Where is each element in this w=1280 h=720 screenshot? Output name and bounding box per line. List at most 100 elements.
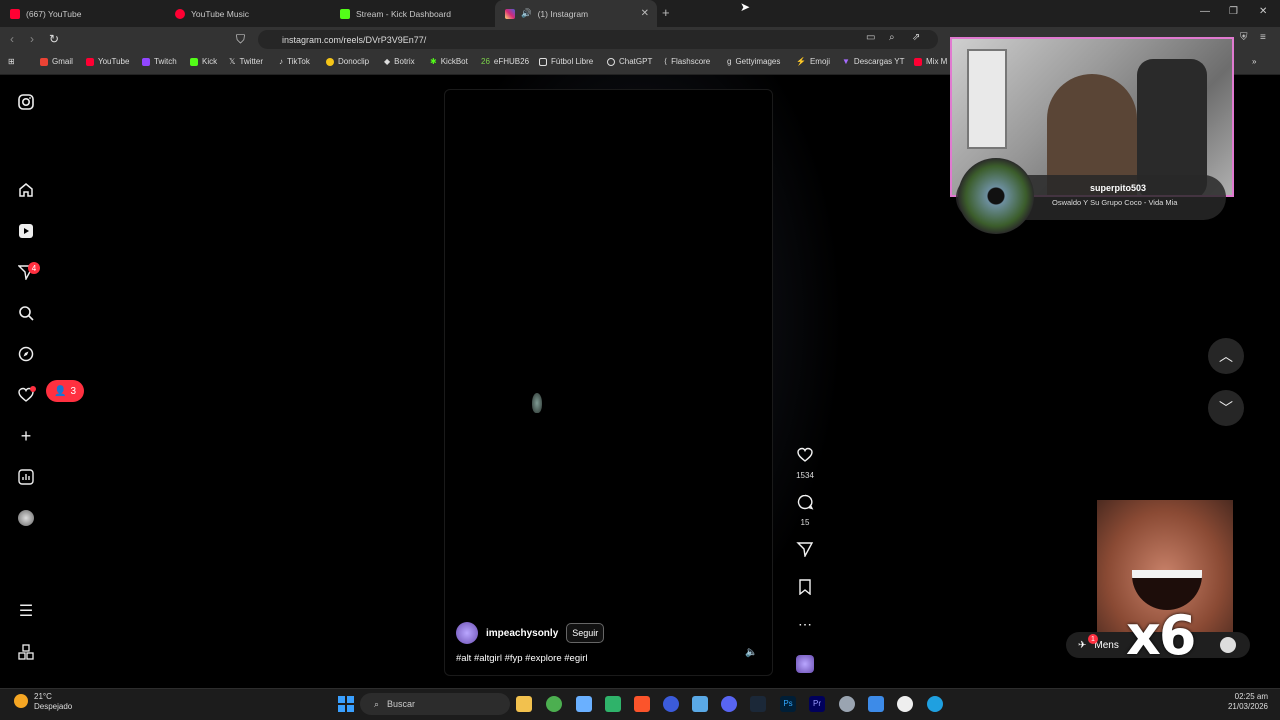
activity-follow-badge[interactable]: 👤 3 bbox=[46, 380, 84, 402]
author-avatar[interactable] bbox=[456, 622, 478, 644]
speaker-icon[interactable]: 🔊 bbox=[521, 8, 532, 19]
forward-button[interactable]: › bbox=[30, 32, 34, 46]
profile-avatar[interactable] bbox=[14, 506, 38, 530]
instagram-logo-icon[interactable] bbox=[14, 90, 38, 114]
bookmark-descargas-yt[interactable]: ▼ Descargas YT bbox=[842, 57, 904, 66]
cast-icon[interactable]: ▭ bbox=[866, 32, 875, 43]
zoom-icon[interactable]: ⌕ bbox=[889, 32, 895, 43]
tab-youtube-music[interactable]: YouTube Music bbox=[165, 0, 330, 27]
bookmark-chatgpt[interactable]: ChatGPT bbox=[607, 57, 652, 66]
app-icon[interactable] bbox=[663, 696, 679, 712]
bookmark-gmail[interactable]: Gmail bbox=[40, 57, 73, 66]
bookmark-tiktok[interactable]: ♪ TikTok bbox=[279, 57, 310, 66]
photoshop-icon[interactable]: Ps bbox=[780, 696, 796, 712]
bookmark-gettyimages[interactable]: g Gettyimages bbox=[727, 57, 780, 66]
search-icon[interactable] bbox=[14, 301, 38, 325]
bookmark-kick[interactable]: Kick bbox=[190, 57, 217, 66]
youtube-icon bbox=[914, 57, 922, 66]
bookmark-donoclip[interactable]: Donoclip bbox=[326, 57, 369, 66]
chrome-icon[interactable] bbox=[546, 696, 562, 712]
system-clock[interactable]: 02:25 am 21/03/2026 bbox=[1228, 692, 1268, 712]
edge-icon[interactable] bbox=[927, 696, 943, 712]
bookmark-twitter[interactable]: 𝕏 Twitter bbox=[229, 57, 263, 66]
bookmark-efhub[interactable]: 26 eFHUB26 bbox=[481, 57, 529, 66]
messages-badge: 1 bbox=[1088, 634, 1098, 644]
bookmark-label: ChatGPT bbox=[619, 57, 653, 66]
tab-youtube[interactable]: (667) YouTube bbox=[0, 0, 165, 27]
like-button[interactable]: 1534 bbox=[794, 447, 816, 480]
weather-widget[interactable]: 21°C Despejado bbox=[34, 692, 72, 712]
file-explorer-icon[interactable] bbox=[516, 696, 532, 712]
dashboard-icon[interactable] bbox=[14, 465, 38, 489]
bookmark-icon[interactable]: ⛉ bbox=[236, 32, 245, 47]
bookmark-futbol-libre[interactable]: Fútbol Libre bbox=[539, 57, 593, 66]
windows-start-icon[interactable] bbox=[338, 696, 354, 712]
messages-avatar bbox=[1220, 637, 1236, 653]
maximize-button[interactable]: ❐ bbox=[1229, 6, 1238, 17]
reload-button[interactable]: ↻ bbox=[49, 32, 59, 46]
brave-browser-icon[interactable] bbox=[634, 696, 650, 712]
back-button[interactable]: ‹ bbox=[10, 32, 14, 46]
bookmark-twitch[interactable]: Twitch bbox=[142, 57, 177, 66]
app-icon[interactable] bbox=[576, 696, 592, 712]
descargas-icon: ▼ bbox=[842, 57, 850, 66]
bookmark-label: Botrix bbox=[394, 57, 415, 66]
follow-button[interactable]: Seguir bbox=[566, 623, 605, 643]
tab-kick-dashboard[interactable]: Stream - Kick Dashboard bbox=[330, 0, 495, 27]
reel-caption[interactable]: #alt #altgirl #fyp #explore #egirl bbox=[456, 653, 588, 664]
apps-icon[interactable]: ⊞ bbox=[8, 57, 15, 66]
address-bar[interactable]: instagram.com/reels/DVrP3V9En77/ bbox=[258, 30, 938, 49]
close-tab-icon[interactable]: ✕ bbox=[641, 8, 649, 19]
previous-reel-button[interactable]: ︿ bbox=[1208, 338, 1244, 374]
bookmark-flashscore[interactable]: ⟨ Flashscore bbox=[664, 57, 710, 66]
create-icon[interactable]: + bbox=[14, 424, 38, 448]
next-reel-button[interactable]: ﹀ bbox=[1208, 390, 1244, 426]
save-button[interactable] bbox=[794, 579, 816, 600]
bookmark-save-icon bbox=[799, 579, 811, 596]
settings-gear-icon[interactable] bbox=[839, 696, 855, 712]
notepad-icon[interactable] bbox=[868, 696, 884, 712]
share-button[interactable] bbox=[794, 541, 816, 562]
author-username[interactable]: impeachysonly bbox=[486, 628, 558, 639]
kick-icon bbox=[340, 8, 350, 19]
reels-icon[interactable] bbox=[14, 219, 38, 243]
twitch-icon bbox=[142, 57, 150, 66]
reel-author[interactable]: impeachysonly Seguir bbox=[456, 622, 605, 644]
steam-icon[interactable] bbox=[750, 696, 766, 712]
volume-icon[interactable]: 🔈 bbox=[745, 647, 757, 658]
shield-icon[interactable]: ⛨ bbox=[1240, 32, 1248, 43]
tab-instagram[interactable]: 🔊 (1) Instagram ✕ bbox=[495, 0, 657, 27]
bookmark-label: Descargas YT bbox=[853, 57, 905, 66]
more-menu-icon[interactable]: ☰ bbox=[14, 599, 38, 623]
reel-video[interactable] bbox=[444, 89, 773, 676]
comment-button[interactable]: 15 bbox=[794, 494, 816, 527]
new-tab-button[interactable]: + bbox=[662, 5, 670, 20]
media-player-icon[interactable] bbox=[897, 696, 913, 712]
share-icon[interactable]: ⇗ bbox=[912, 32, 920, 43]
menu-icon[interactable]: ≡ bbox=[1260, 32, 1266, 43]
getty-icon: g bbox=[727, 57, 732, 66]
threads-apps-icon[interactable] bbox=[14, 640, 38, 664]
bookmark-mix[interactable]: Mix M bbox=[914, 57, 947, 66]
calculator-icon[interactable] bbox=[692, 696, 708, 712]
minimize-button[interactable]: — bbox=[1200, 6, 1210, 17]
weather-icon[interactable] bbox=[14, 694, 28, 708]
app-icon[interactable] bbox=[605, 696, 621, 712]
tab-title: YouTube Music bbox=[191, 8, 249, 19]
bookmark-kickbot[interactable]: ✱ KickBot bbox=[430, 57, 468, 66]
more-bookmarks-icon[interactable]: » bbox=[1252, 57, 1256, 66]
comment-icon bbox=[797, 494, 814, 510]
discord-icon[interactable] bbox=[721, 696, 737, 712]
close-window-button[interactable]: ✕ bbox=[1259, 6, 1267, 17]
bookmark-botrix[interactable]: ◆ Botrix bbox=[384, 57, 415, 66]
more-options-icon[interactable]: ⋯ bbox=[794, 616, 816, 633]
weather-condition: Despejado bbox=[34, 702, 73, 711]
explore-icon[interactable] bbox=[14, 342, 38, 366]
bookmark-emoji[interactable]: ⚡ Emoji bbox=[796, 57, 830, 66]
premiere-icon[interactable]: Pr bbox=[809, 696, 825, 712]
home-icon[interactable] bbox=[14, 178, 38, 202]
bookmark-youtube[interactable]: YouTube bbox=[86, 57, 129, 66]
audio-thumbnail[interactable] bbox=[794, 655, 816, 673]
comment-count: 15 bbox=[800, 518, 810, 527]
taskbar-search[interactable]: ⌕ Buscar bbox=[360, 693, 510, 715]
